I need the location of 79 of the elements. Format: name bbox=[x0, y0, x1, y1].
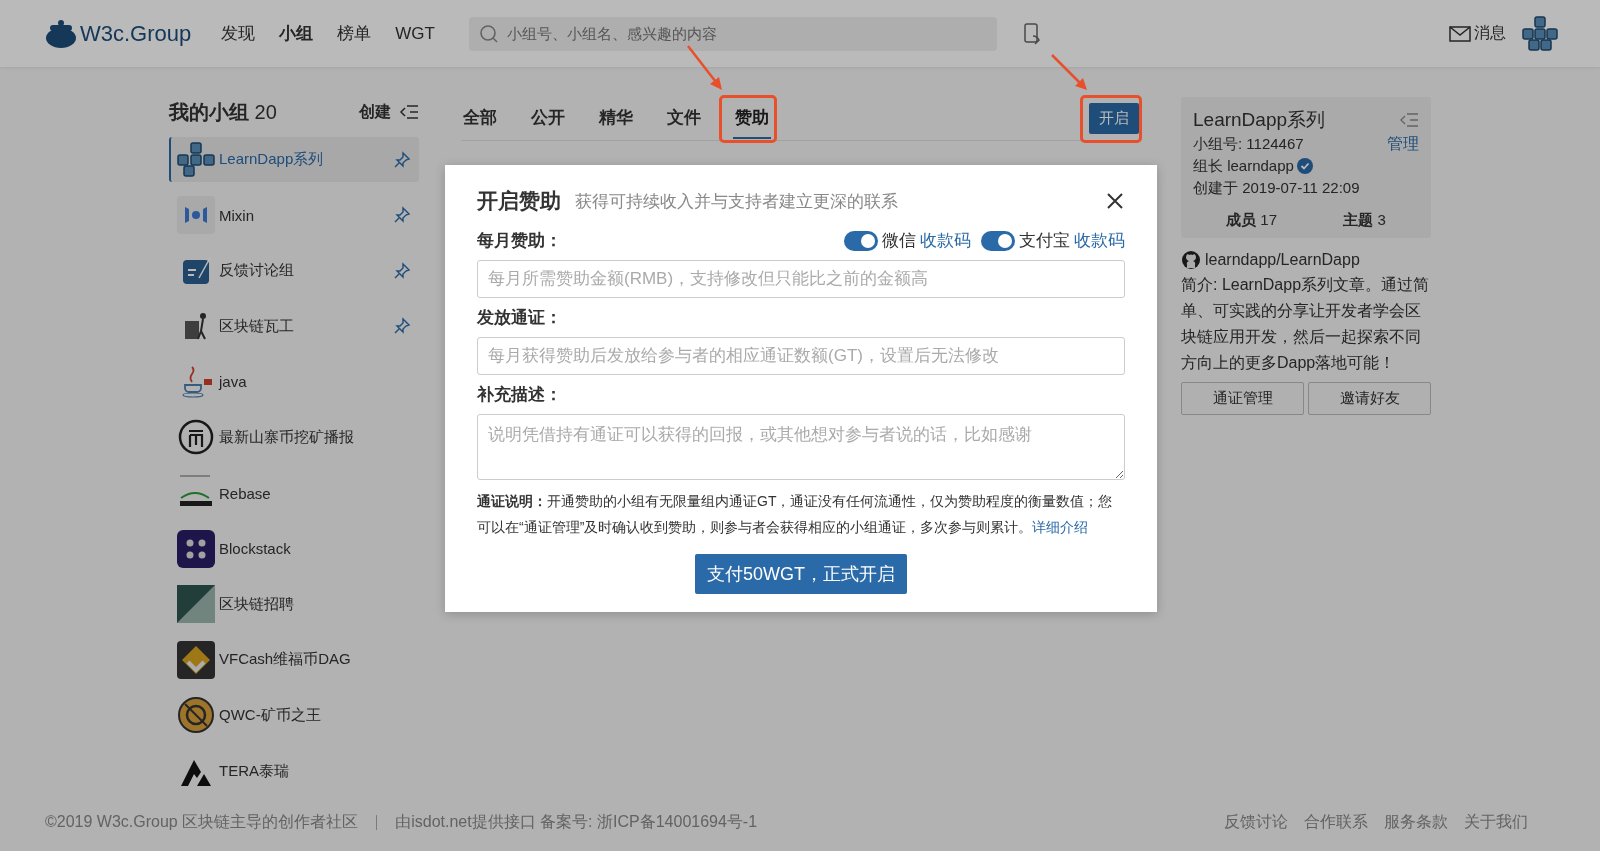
coin-icon bbox=[177, 418, 215, 457]
group-item[interactable]: VFCash维福币DAG bbox=[169, 637, 419, 683]
pin-icon[interactable] bbox=[393, 317, 411, 336]
pot-logo-icon bbox=[44, 18, 78, 49]
group-id: 小组号: 1124467 bbox=[1193, 134, 1304, 154]
cubes-icon bbox=[177, 140, 215, 179]
token-note: 通证说明：开通赞助的小组有无限量组内通证GT，通证没有任何流通性，仅为赞助程度的衡量数值；您可以在“通证管理”及时确认收到赞助，则参与者会获得相应的小组通证，多次参与则累计。详细介绍 bbox=[477, 492, 1114, 537]
group-item[interactable]: QWC-矿币之王 bbox=[169, 692, 419, 738]
collapse-icon[interactable] bbox=[399, 104, 419, 120]
group-intro: 简介: LearnDapp系列文章。通过简单、可实践的分享让开发者学会区块链应用开发，然后一起探索不同方向上的更多Dapp落地可能！ bbox=[1181, 275, 1431, 373]
group-item[interactable]: LearnDapp系列 bbox=[169, 137, 419, 182]
qwc-coin-icon bbox=[177, 696, 215, 735]
avatar-icon[interactable] bbox=[1520, 13, 1560, 54]
messages-link[interactable]: 消息 bbox=[1474, 23, 1506, 44]
input-field[interactable]: 每月获得赞助后发放给参与者的相应通证数额(GT)，设置后无法修改 bbox=[477, 337, 1125, 375]
qr-code-link[interactable]: 收款码 bbox=[1074, 229, 1125, 252]
group-item[interactable]: Blockstack bbox=[169, 526, 419, 572]
open-button[interactable]: 开启 bbox=[1089, 103, 1139, 134]
field-label: 每月赞助： bbox=[477, 230, 562, 252]
field-label: 发放通证： bbox=[477, 307, 562, 329]
blockstack-icon bbox=[177, 529, 215, 568]
toggle-label: 支付宝 bbox=[1019, 230, 1070, 252]
footer-text: ©2019 W3c.Group 区块链主导的创作者社区 bbox=[45, 812, 359, 832]
toggle-switch[interactable] bbox=[981, 230, 1015, 251]
card-button[interactable]: 邀请好友 bbox=[1308, 382, 1431, 415]
group-item[interactable]: 反馈讨论组 bbox=[169, 248, 419, 294]
group-owner: 组长 learndapp bbox=[1193, 156, 1294, 176]
group-item[interactable]: java bbox=[169, 359, 419, 405]
pin-icon[interactable] bbox=[393, 206, 411, 225]
toggle-label: 微信 bbox=[882, 230, 916, 252]
pin-icon[interactable] bbox=[393, 150, 411, 169]
qr-code-link[interactable]: 收款码 bbox=[920, 229, 971, 252]
nav-link[interactable]: 榜单 bbox=[337, 22, 372, 45]
annotation-arrow bbox=[687, 45, 722, 90]
detail-link[interactable]: 详细介绍 bbox=[1032, 519, 1089, 535]
tab[interactable]: 公开 bbox=[529, 98, 567, 139]
dialog-title: 开启赞助 bbox=[477, 188, 561, 214]
card-button[interactable]: 通证管理 bbox=[1181, 382, 1304, 415]
group-item[interactable]: Mixin bbox=[169, 192, 419, 238]
field-label: 补充描述： bbox=[477, 384, 562, 406]
tab[interactable]: 赞助 bbox=[733, 98, 771, 139]
group-item[interactable]: 区块链瓦工 bbox=[169, 303, 419, 349]
created-date: 创建于 2019-07-11 22:09 bbox=[1193, 178, 1360, 198]
tab[interactable]: 文件 bbox=[665, 98, 703, 139]
highlight-frame bbox=[1080, 95, 1142, 143]
dialog-subtitle: 获得可持续收入并与支持者建立更深的联系 bbox=[575, 190, 898, 213]
nav-link[interactable]: 小组 bbox=[279, 22, 314, 45]
pin-icon[interactable] bbox=[393, 261, 411, 280]
diamond-logo-icon bbox=[177, 640, 215, 679]
description-field[interactable]: 说明凭借持有通证可以获得的回报，或其他想对参与者说的话，比如感谢 bbox=[477, 414, 1125, 480]
close-button[interactable] bbox=[1105, 191, 1125, 211]
group-item[interactable]: TERA泰瑞 bbox=[169, 748, 419, 794]
group-item[interactable]: Rebase bbox=[169, 470, 419, 516]
search-icon bbox=[478, 23, 499, 44]
footer-text: 由isdot.net提供接口 备案号: 浙ICP备14001694号-1 bbox=[395, 812, 758, 832]
site-logo-text[interactable]: W3c.Group bbox=[80, 20, 192, 47]
manage-link[interactable]: 管理 bbox=[1387, 133, 1419, 155]
github-icon bbox=[1181, 250, 1201, 270]
highlight-frame bbox=[719, 95, 777, 143]
group-name: LearnDapp系列 bbox=[1193, 108, 1326, 132]
github-link[interactable]: learndapp/LearnDapp bbox=[1205, 251, 1360, 269]
split-square-icon bbox=[177, 585, 215, 624]
annotation-arrow bbox=[1051, 54, 1087, 90]
mail-icon bbox=[1449, 25, 1471, 42]
tab[interactable]: 精华 bbox=[597, 98, 635, 139]
create-link[interactable]: 创建 bbox=[359, 101, 391, 123]
sidebar-title: 我的小组 20 bbox=[169, 99, 277, 125]
group-stat: 主题 3 bbox=[1343, 211, 1386, 230]
group-item[interactable]: 最新山寨币挖矿播报 bbox=[169, 414, 419, 460]
group-item[interactable]: 区块链招聘 bbox=[169, 581, 419, 627]
mixin-icon bbox=[177, 196, 215, 235]
search-field[interactable]: 小组号、小组名、感兴趣的内容 bbox=[468, 16, 997, 51]
toggle-switch[interactable] bbox=[844, 230, 878, 251]
nav-link[interactable]: 发现 bbox=[221, 22, 256, 45]
nav-link[interactable]: WGT bbox=[395, 23, 435, 44]
tab[interactable]: 全部 bbox=[461, 98, 499, 139]
submit-button[interactable]: 支付50WGT，正式开启 bbox=[695, 554, 907, 594]
input-field[interactable]: 每月所需赞助金额(RMB)，支持修改但只能比之前的金额高 bbox=[477, 260, 1125, 298]
group-stat: 成员 17 bbox=[1226, 211, 1277, 230]
